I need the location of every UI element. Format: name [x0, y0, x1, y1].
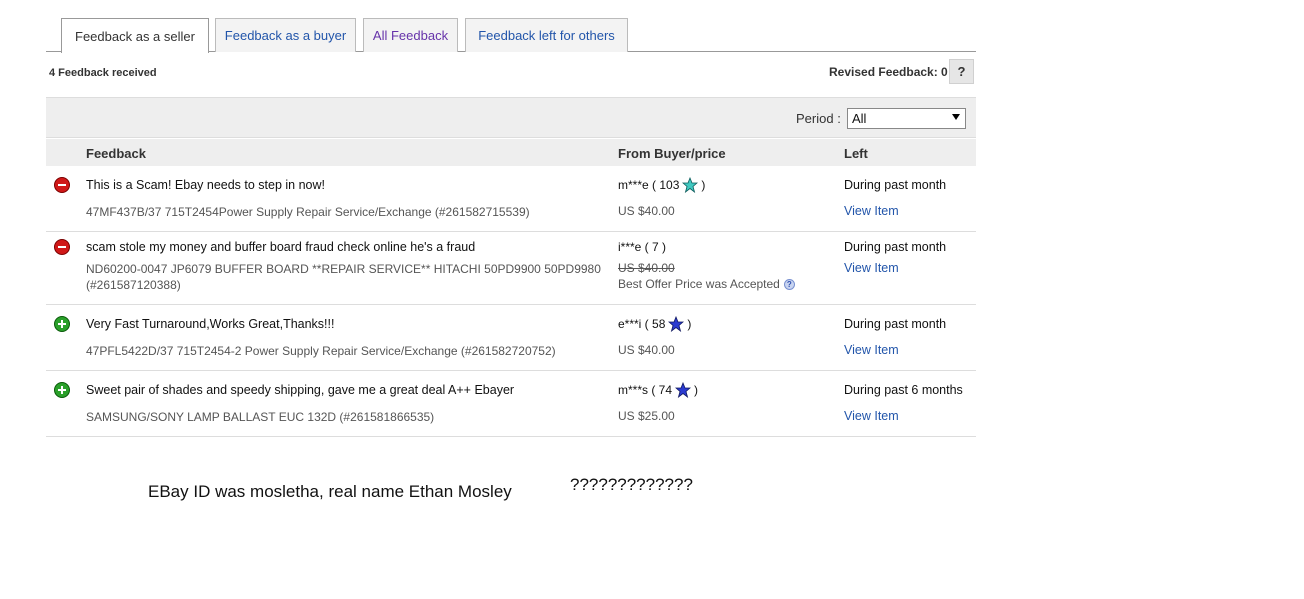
period-label: Period :: [796, 111, 841, 126]
feedback-received-count: 4 Feedback received: [49, 67, 157, 79]
column-header-feedback: Feedback: [86, 146, 146, 161]
buyer-info: i***e ( 7 ): [618, 240, 666, 254]
period-select[interactable]: All: [847, 108, 966, 129]
item-title: ND60200-0047 JP6079 BUFFER BOARD **REPAI…: [86, 262, 601, 292]
annotation-text: EBay ID was mosletha, real name Ethan Mo…: [148, 482, 512, 501]
revised-feedback-count: Revised Feedback: 0: [829, 65, 948, 79]
view-item-link[interactable]: View Item: [844, 409, 899, 423]
feedback-comment: Sweet pair of shades and speedy shipping…: [86, 383, 515, 397]
table-row: Very Fast Turnaround,Works Great,Thanks!…: [46, 305, 976, 371]
tab-feedback-left-for-others[interactable]: Feedback left for others: [465, 18, 628, 52]
buyer-name-score: e***i ( 58: [618, 317, 666, 331]
tab-feedback-as-seller[interactable]: Feedback as a seller: [61, 18, 209, 53]
feedback-time: During past month: [844, 317, 947, 331]
feedback-time: During past 6 months: [844, 383, 963, 397]
item-price: US $40.00: [618, 343, 675, 357]
table-row: This is a Scam! Ebay needs to step in no…: [46, 166, 976, 232]
view-item-link[interactable]: View Item: [844, 204, 899, 218]
buyer-close-paren: ): [694, 383, 699, 397]
original-price: US $40.00: [618, 261, 675, 275]
feedback-comment: This is a Scam! Ebay needs to step in no…: [86, 178, 326, 192]
period-selected-value: All: [852, 111, 867, 126]
negative-rating-icon: [54, 239, 70, 255]
view-item-link[interactable]: View Item: [844, 343, 899, 357]
feedback-time: During past month: [844, 240, 947, 254]
item-price: US $40.00: [618, 204, 675, 218]
buyer-close-paren: ): [701, 178, 706, 192]
table-header: Feedback From Buyer/price Left: [46, 139, 976, 166]
buyer-name-score: m***s ( 74: [618, 383, 673, 397]
buyer-info: e***i ( 58 ): [618, 316, 691, 332]
period-filter-bar: Period : All: [46, 97, 976, 138]
tab-all-feedback[interactable]: All Feedback: [363, 18, 458, 52]
item-title: 47MF437B/37 715T2454Power Supply Repair …: [86, 205, 530, 219]
buyer-info: m***s ( 74 ): [618, 382, 698, 398]
buyer-name-score: i***e ( 7 ): [618, 240, 667, 254]
info-icon[interactable]: ?: [783, 278, 795, 290]
feedback-comment: scam stole my money and buffer board fra…: [86, 240, 476, 254]
item-price: US $25.00: [618, 409, 675, 423]
item-title: 47PFL5422D/37 715T2454-2 Power Supply Re…: [86, 344, 556, 358]
best-offer-note: Best Offer Price was Accepted ?: [618, 277, 795, 291]
buyer-close-paren: ): [687, 317, 692, 331]
star-icon[interactable]: [675, 382, 692, 398]
buyer-name-score: m***e ( 103: [618, 178, 680, 192]
star-icon[interactable]: [668, 316, 685, 332]
star-icon[interactable]: [682, 177, 699, 193]
column-header-left: Left: [844, 146, 868, 161]
positive-rating-icon: [54, 382, 70, 398]
dropdown-arrow-icon: [952, 114, 960, 120]
view-item-link[interactable]: View Item: [844, 261, 899, 275]
help-button[interactable]: ?: [949, 59, 974, 84]
positive-rating-icon: [54, 316, 70, 332]
buyer-info: m***e ( 103 ): [618, 177, 705, 193]
feedback-tabs: Feedback as a seller Feedback as a buyer…: [46, 18, 976, 53]
item-title: SAMSUNG/SONY LAMP BALLAST EUC 132D (#261…: [86, 410, 435, 424]
feedback-comment: Very Fast Turnaround,Works Great,Thanks!…: [86, 317, 335, 331]
table-row: Sweet pair of shades and speedy shipping…: [46, 371, 976, 437]
tab-feedback-as-buyer[interactable]: Feedback as a buyer: [215, 18, 356, 52]
feedback-time: During past month: [844, 178, 947, 192]
table-row: scam stole my money and buffer board fra…: [46, 232, 976, 305]
column-header-from-buyer-price: From Buyer/price: [618, 146, 726, 161]
best-offer-text: Best Offer Price was Accepted: [618, 277, 780, 291]
negative-rating-icon: [54, 177, 70, 193]
annotation-question-marks: ?????????????: [570, 475, 693, 494]
